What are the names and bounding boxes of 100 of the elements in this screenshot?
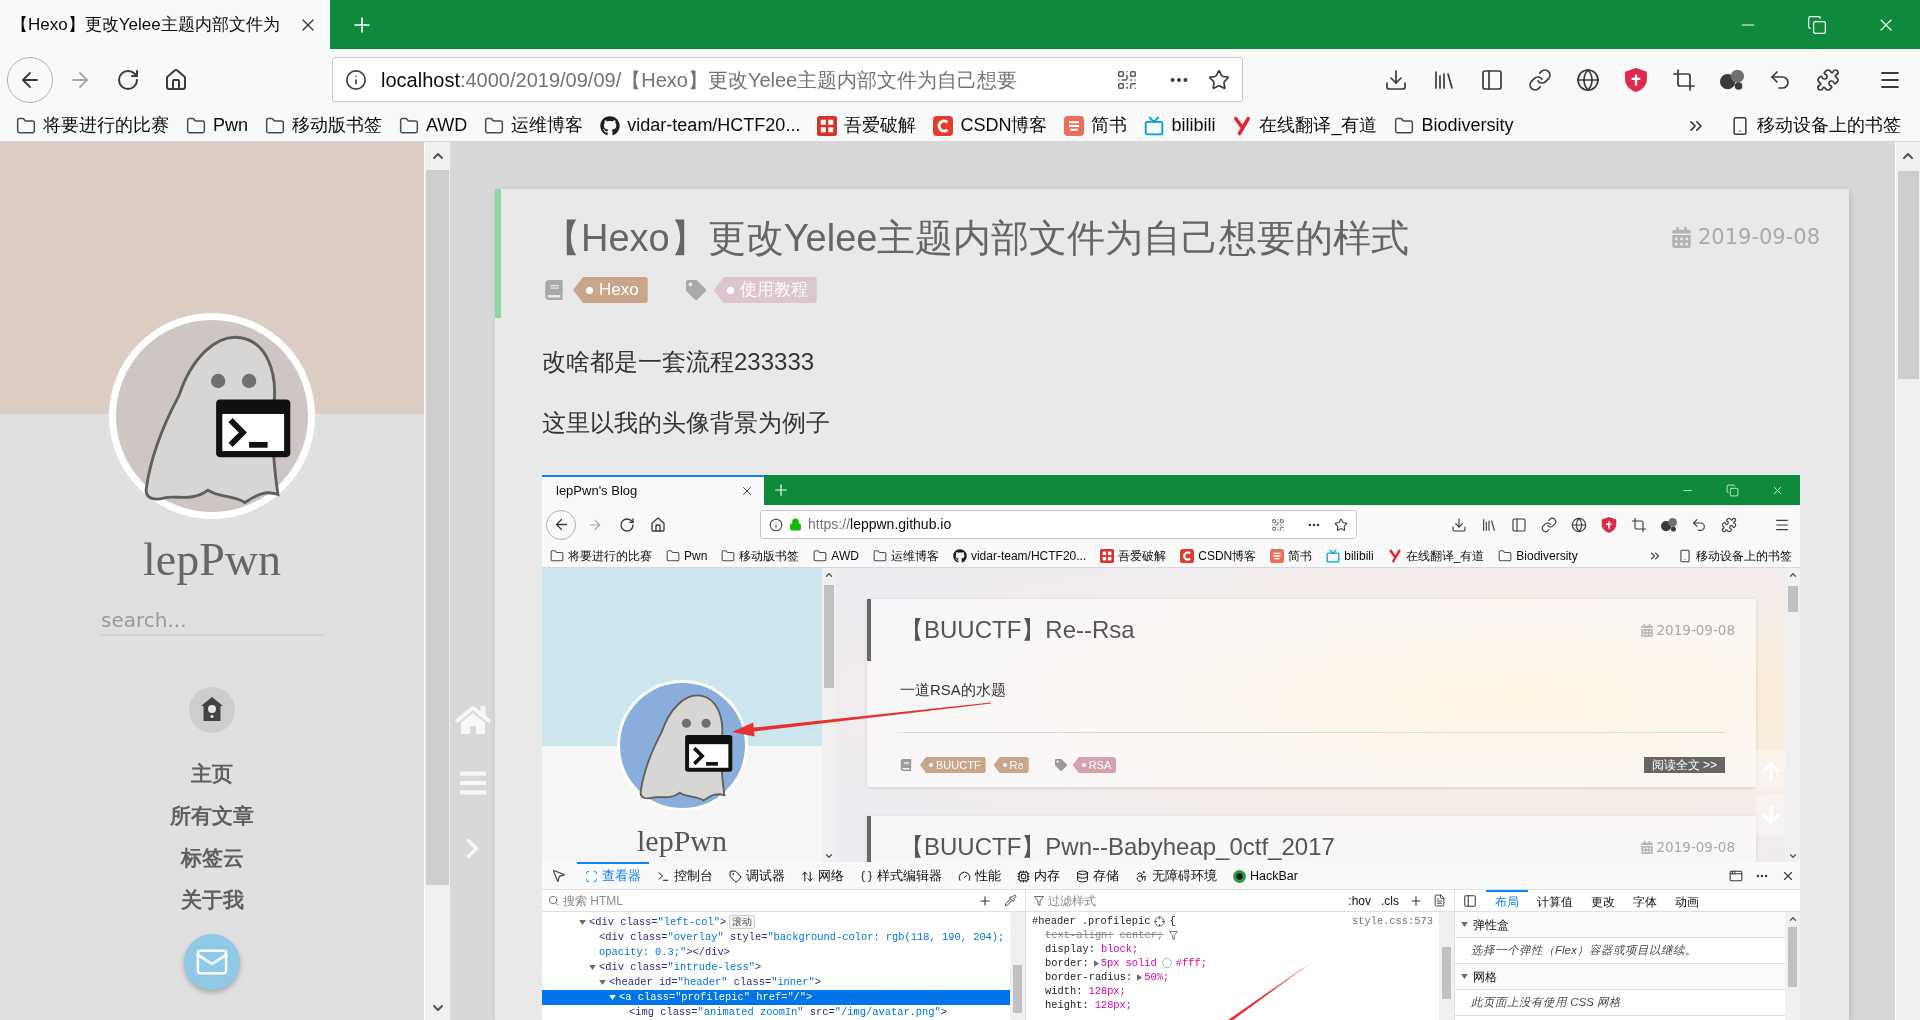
pointer-icon[interactable]: [551, 868, 566, 883]
star-icon[interactable]: [1208, 68, 1230, 91]
css-value[interactable]: block;: [1100, 942, 1139, 956]
markup-node[interactable]: <div class="intrude-less">: [542, 960, 1010, 975]
bookmark-link[interactable]: 移动版书签: [265, 112, 382, 139]
devtools-tab[interactable]: 性能: [950, 862, 1009, 889]
caret-right-icon[interactable]: [1093, 959, 1099, 967]
new-tab-icon[interactable]: [772, 481, 790, 499]
bookmark-link[interactable]: 简书: [1270, 546, 1313, 565]
scrollbar-thumb[interactable]: [426, 170, 449, 885]
shield-icon[interactable]: [1601, 516, 1617, 533]
shield-icon[interactable]: [1624, 67, 1648, 92]
scrollbar-thumb[interactable]: [1788, 927, 1797, 987]
link-icon[interactable]: [1541, 516, 1557, 533]
markup-node[interactable]: <header id="header" class="inner">: [542, 975, 1010, 990]
search-field[interactable]: 搜索 HTML: [563, 891, 966, 910]
bookmark-link[interactable]: 简书: [1064, 112, 1128, 139]
bookmark-link[interactable]: Pwn: [666, 546, 708, 565]
caret-down-icon[interactable]: [599, 980, 606, 985]
nav-link[interactable]: 标签云: [180, 837, 244, 879]
devtools-tab[interactable]: 查看器: [577, 862, 649, 889]
css-property[interactable]: width:: [1045, 984, 1083, 998]
devtools-tab[interactable]: 样式编辑器: [852, 862, 950, 889]
devtools-tab[interactable]: HackBar: [1225, 862, 1306, 889]
post-title[interactable]: 【BUUCTF】Re--Rsa: [900, 615, 1135, 645]
download-icon[interactable]: [1451, 516, 1467, 533]
circles-icon[interactable]: [1661, 516, 1677, 533]
close-icon[interactable]: [740, 484, 754, 498]
css-value[interactable]: center;: [1119, 928, 1164, 942]
bookmark-link[interactable]: 吾爱破解: [1100, 546, 1167, 565]
browser-tab[interactable]: 【Hexo】更改Yelee主题内部文件为: [0, 0, 330, 49]
puzzle-icon[interactable]: [1721, 516, 1737, 533]
css-value[interactable]: #fff;: [1175, 956, 1207, 970]
crosshair-icon[interactable]: [1154, 915, 1166, 927]
chevron-up-icon[interactable]: [1787, 914, 1798, 924]
css-value[interactable]: 5px solid: [1100, 956, 1157, 970]
qr-code-icon[interactable]: [1116, 68, 1138, 91]
bookmark-link[interactable]: 移动设备上的书签: [1678, 546, 1792, 565]
bookmark-link[interactable]: vidar-team/HCTF20...: [952, 546, 1087, 565]
bookmark-link[interactable]: Biodiversity: [1394, 112, 1514, 139]
puzzle-icon[interactable]: [1816, 67, 1840, 92]
css-property[interactable]: text-align:: [1045, 928, 1114, 942]
section-header[interactable]: 网格: [1455, 964, 1785, 990]
scrollbar-thumb[interactable]: [1787, 586, 1798, 612]
devtools-tab[interactable]: 网络: [793, 862, 852, 889]
undo-icon[interactable]: [1691, 516, 1707, 533]
bookmark-link[interactable]: 运维博客: [484, 112, 584, 139]
bookmark-link[interactable]: Biodiversity: [1498, 546, 1578, 565]
link-icon[interactable]: [1528, 67, 1552, 92]
info-icon[interactable]: [769, 517, 783, 532]
scrollbar-thumb[interactable]: [1442, 947, 1451, 999]
chevron-down-icon[interactable]: [1787, 851, 1798, 861]
stylesheet-link[interactable]: style.css:573: [1351, 914, 1433, 928]
address-field[interactable]: https://leppwn.github.io: [760, 510, 1357, 539]
bookmark-link[interactable]: 吾爱破解: [817, 112, 917, 139]
caret-down-icon[interactable]: [1461, 974, 1468, 979]
caret-down-icon[interactable]: [579, 920, 586, 925]
caret-down-icon[interactable]: [589, 965, 596, 970]
devtools-tab[interactable]: 无障碍环境: [1127, 862, 1225, 889]
back-button[interactable]: [546, 509, 576, 540]
bookmark-link[interactable]: CSDN博客: [933, 112, 1048, 139]
browser-tab[interactable]: lepPwn's Blog: [542, 475, 764, 505]
globe-icon[interactable]: [1576, 67, 1600, 92]
reload-icon[interactable]: [116, 67, 140, 92]
markup-node[interactable]: <div class="overlay" style="background-color: rgb(118, 190, 204); opacity: 0.3;"></div>: [542, 930, 1010, 960]
css-property[interactable]: height:: [1045, 998, 1089, 1012]
info-icon[interactable]: [345, 68, 367, 91]
nav-link[interactable]: 关于我: [180, 879, 244, 921]
caret-right-icon[interactable]: [1137, 973, 1143, 981]
add-icon[interactable]: [1409, 893, 1423, 908]
devtools-tab[interactable]: 调试器: [721, 862, 793, 889]
address-field[interactable]: localhost:4000/2019/09/09/【Hexo】更改Yelee主题内部文件为自己想要: [332, 57, 1243, 102]
sidebar-icon[interactable]: [1480, 67, 1504, 92]
markup-node[interactable]: <div class="left-col"> 滚动: [542, 915, 1010, 930]
color-swatch-icon[interactable]: [1161, 958, 1172, 968]
star-icon[interactable]: [1334, 517, 1348, 532]
nav-link[interactable]: 所有文章: [170, 795, 254, 837]
scrollbar-thumb[interactable]: [1897, 171, 1919, 379]
crop-icon[interactable]: [1672, 67, 1696, 92]
search-field[interactable]: search...: [100, 606, 324, 636]
bookmark-link[interactable]: 在线翻译_有道: [1387, 546, 1485, 565]
node-badge[interactable]: 滚动: [729, 915, 756, 929]
bookmark-link[interactable]: vidar-team/HCTF20...: [600, 112, 801, 139]
section-header[interactable]: 弹性盒: [1455, 912, 1785, 938]
home-icon[interactable]: [650, 516, 666, 533]
bookmark-link[interactable]: 将要进行的比赛: [16, 112, 169, 139]
caret-down-icon[interactable]: [609, 995, 616, 1000]
chevron-up-icon[interactable]: [824, 570, 834, 580]
reload-icon[interactable]: [619, 516, 635, 533]
scrollbar-thumb[interactable]: [824, 585, 834, 688]
panel-icon[interactable]: [1463, 893, 1477, 908]
bookmark-link[interactable]: bilibili: [1144, 112, 1216, 139]
markup-node[interactable]: <img class="animated zoomIn" src="/img/avatar.png">: [542, 1005, 1010, 1020]
add-icon[interactable]: [978, 893, 992, 908]
back-button[interactable]: [7, 56, 53, 103]
sidebar-tab[interactable]: 计算值: [1528, 890, 1582, 911]
bookmark-link[interactable]: 移动版书签: [721, 546, 800, 565]
nav-link[interactable]: 主页: [191, 753, 233, 795]
bookmark-link[interactable]: 移动设备上的书签: [1730, 112, 1901, 139]
filter-icon[interactable]: [1169, 930, 1179, 940]
